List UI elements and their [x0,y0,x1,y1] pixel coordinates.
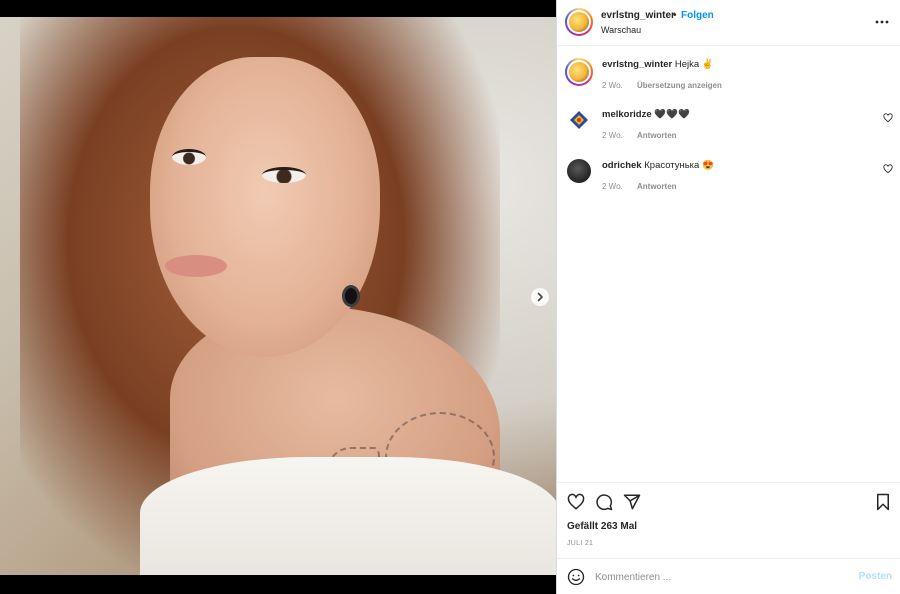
emoji-icon[interactable] [567,568,585,586]
more-options-icon[interactable] [874,14,890,30]
author-avatar[interactable] [565,8,593,36]
comment-composer: Posten [557,558,900,594]
comment-input[interactable] [595,568,845,586]
comment-icon[interactable] [595,493,613,511]
comment-time[interactable]: 2 Wo. [602,131,623,140]
comment-username[interactable]: evrlstng_winter [602,59,672,70]
heart-icon[interactable] [883,164,893,174]
next-slide-button[interactable] [531,288,549,306]
avatar[interactable] [565,58,593,86]
comment-meta: 2 Wo. Antworten [602,131,677,140]
like-count[interactable]: Gefällt 263 Mal [567,521,637,532]
post-photo[interactable] [0,17,556,575]
avatar[interactable] [567,159,591,183]
post-comment-button[interactable]: Posten [859,571,892,582]
comment-time[interactable]: 2 Wo. [602,81,623,90]
photo-lips [165,255,227,277]
photo-shirt [140,457,556,575]
comment-username[interactable]: odrichek [602,160,642,171]
follow-button[interactable]: Folgen [681,10,714,21]
post-side-panel: evrlstng_winter • Folgen Warschau evrlst… [557,0,900,594]
reply-button[interactable]: Antworten [637,131,677,140]
comment-text: melkoridze 🖤🖤🖤 [602,109,690,120]
comment-text: evrlstng_winter Hejka ✌ [602,59,714,70]
bookmark-icon[interactable] [874,493,892,511]
heart-icon[interactable] [567,493,585,511]
chevron-right-icon [537,292,543,302]
see-translation-button[interactable]: Übersetzung anzeigen [637,81,722,90]
comment-time[interactable]: 2 Wo. [602,182,623,191]
heart-icon[interactable] [883,113,893,123]
header-separator: • [673,10,677,21]
comment-text: odrichek Красотунька 😍 [602,160,714,171]
avatar[interactable] [567,108,591,132]
photo-face [150,57,380,357]
comment-body: 🖤🖤🖤 [654,109,690,120]
post-location[interactable]: Warschau [601,25,641,35]
comment-username[interactable]: melkoridze [602,109,652,120]
comment-meta: 2 Wo. Übersetzung anzeigen [602,81,722,90]
photo-earring [342,285,360,307]
share-icon[interactable] [623,493,641,511]
photo-eye-right [262,167,306,183]
comment-meta: 2 Wo. Antworten [602,182,677,191]
comment-body: Hejka ✌ [674,59,714,70]
reply-button[interactable]: Antworten [637,182,677,191]
post-date[interactable]: JULI 21 [567,540,593,547]
photo-eye-left [172,149,206,165]
author-username[interactable]: evrlstng_winter [601,10,675,21]
post-actions: Gefällt 263 Mal JULI 21 [557,482,900,558]
comment-body: Красотунька 😍 [644,160,714,171]
post-header: evrlstng_winter • Folgen Warschau [557,0,900,46]
